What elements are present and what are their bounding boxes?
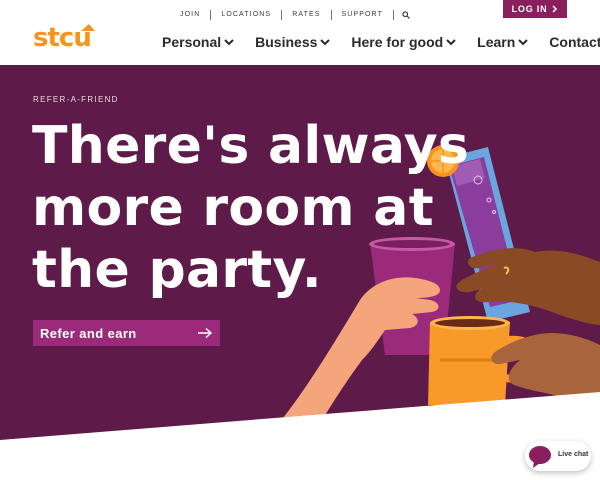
nav-here-for-good[interactable]: Here for good: [351, 34, 456, 50]
logo-wordmark: stcu: [33, 23, 91, 50]
arrow-right-icon: [198, 327, 213, 339]
search-icon[interactable]: [394, 11, 418, 19]
nav-personal-label: Personal: [162, 34, 222, 50]
stcu-logo[interactable]: stcu: [33, 22, 95, 53]
util-support-link[interactable]: SUPPORT: [332, 10, 394, 20]
login-button[interactable]: LOG IN: [503, 0, 567, 18]
live-chat-button[interactable]: Live chat: [525, 441, 591, 471]
chevron-right-icon: [552, 5, 558, 13]
stcu-logo-icon: stcu: [33, 23, 95, 53]
utility-nav: JOIN LOCATIONS RATES SUPPORT: [170, 8, 418, 22]
nav-personal[interactable]: Personal: [162, 34, 234, 50]
nav-contact-label: Contact: [549, 34, 600, 50]
nav-learn[interactable]: Learn: [477, 34, 529, 50]
cta-label: Refer and earn: [40, 325, 137, 341]
nav-contact[interactable]: Contact: [549, 34, 600, 50]
nav-learn-label: Learn: [477, 34, 516, 50]
chat-bubble-icon: [529, 446, 551, 468]
chevron-down-icon: [446, 38, 456, 46]
util-locations-link[interactable]: LOCATIONS: [211, 10, 283, 20]
refer-and-earn-button[interactable]: Refer and earn: [33, 320, 220, 346]
site-header: stcu JOIN LOCATIONS RATES SUPPORT LOG IN…: [0, 0, 600, 65]
login-label: LOG IN: [511, 4, 548, 14]
main-nav: Personal Business Here for good Learn Co…: [162, 34, 600, 50]
util-join-link[interactable]: JOIN: [170, 10, 212, 20]
live-chat-label: Live chat: [558, 451, 589, 458]
hero-headline: There's always more room at the party.: [32, 116, 470, 300]
chevron-down-icon: [518, 38, 529, 46]
nav-here-for-good-label: Here for good: [351, 34, 444, 50]
chevron-down-icon: [320, 38, 331, 46]
util-rates-link[interactable]: RATES: [282, 10, 332, 20]
chevron-down-icon: [224, 38, 234, 46]
nav-business[interactable]: Business: [255, 34, 331, 50]
nav-business-label: Business: [255, 34, 318, 50]
